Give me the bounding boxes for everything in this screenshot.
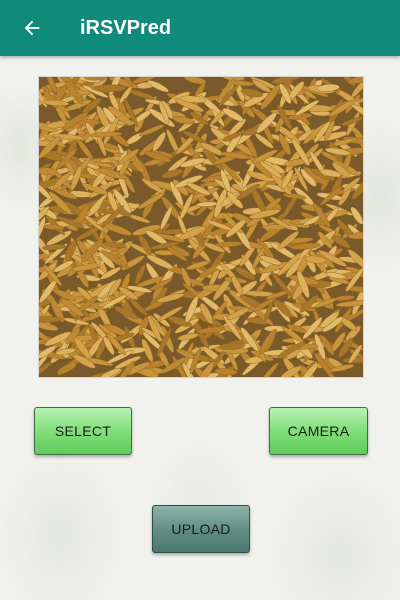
arrow-left-icon: [24, 20, 40, 36]
rice-grains-photo: [39, 77, 363, 377]
app-title: iRSVPred: [80, 16, 172, 39]
rice-grain-image: [38, 76, 364, 378]
rice-grain: [93, 84, 127, 93]
rice-grain: [39, 316, 63, 323]
upload-button[interactable]: UPLOAD: [152, 505, 250, 553]
back-button[interactable]: [4, 0, 60, 56]
camera-button[interactable]: CAMERA: [269, 407, 368, 455]
app-bar: iRSVPred: [0, 0, 400, 56]
select-button[interactable]: SELECT: [34, 407, 132, 455]
